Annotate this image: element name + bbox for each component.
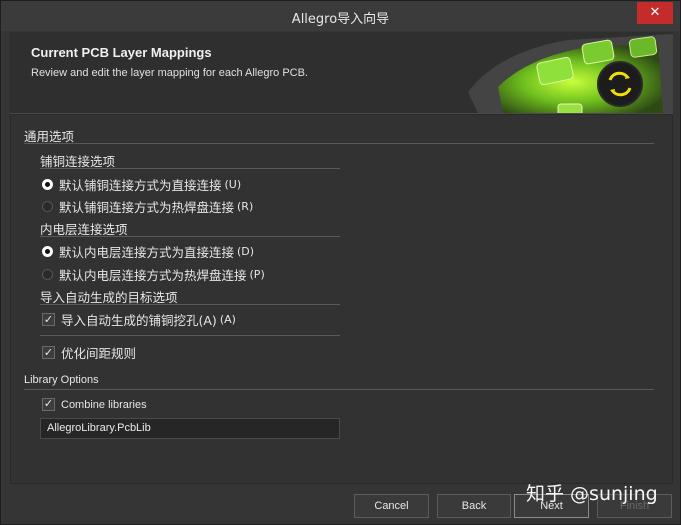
autogen-divider — [40, 335, 340, 336]
shortcut-hint: (R) — [237, 200, 254, 213]
checkbox-import-cutouts[interactable]: ✓ 导入自动生成的铺铜挖孔(A) (A) — [42, 310, 236, 329]
page-title: Current PCB Layer Mappings — [31, 45, 212, 60]
watermark-text: 知乎 @sunjing — [526, 483, 658, 505]
autogen-options-rule — [40, 304, 340, 305]
radio-copper-direct[interactable]: 默认铺铜连接方式为直接连接 (U) — [42, 175, 241, 194]
checkbox-label: Combine libraries — [61, 398, 147, 411]
shortcut-hint: (U) — [224, 178, 242, 191]
radio-label: 默认内电层连接方式为直接连接 — [59, 245, 235, 260]
checkbox-checked[interactable]: ✓ — [42, 398, 55, 411]
radio-copper-thermal[interactable]: 默认铺铜连接方式为热焊盘连接 (R) — [42, 197, 253, 216]
radio-inner-thermal[interactable]: 默认内电层连接方式为热焊盘连接 (P) — [42, 265, 265, 284]
wizard-content: 通用选项 铺铜连接选项 默认铺铜连接方式为直接连接 (U) 默认铺铜连接方式为热… — [10, 114, 673, 484]
radio-button[interactable] — [42, 201, 53, 212]
import-wizard-window: Allegro导入向导 ✕ Current PCB Layer Mappings… — [0, 0, 681, 525]
checkbox-optimize-rules[interactable]: ✓ 优化间距规则 — [42, 343, 136, 362]
window-title: Allegro导入向导 — [291, 12, 390, 27]
page-subtitle: Review and edit the layer mapping for ea… — [31, 67, 308, 79]
copper-options-rule — [40, 168, 340, 169]
radio-button-selected[interactable] — [42, 179, 53, 190]
back-button[interactable]: Back — [437, 494, 511, 518]
shortcut-hint: (A) — [219, 313, 236, 326]
shortcut-hint: (D) — [237, 245, 255, 258]
general-options-rule — [24, 143, 654, 144]
checkbox-combine-libraries[interactable]: ✓ Combine libraries — [42, 398, 147, 411]
close-button[interactable]: ✕ — [637, 2, 673, 24]
wizard-banner-graphic — [458, 32, 673, 113]
radio-label: 默认铺铜连接方式为直接连接 — [59, 178, 222, 193]
cancel-button[interactable]: Cancel — [354, 494, 429, 518]
checkbox-label: 导入自动生成的铺铜挖孔(A) — [61, 313, 217, 328]
library-name-input[interactable]: AllegroLibrary.PcbLib — [40, 418, 340, 439]
inner-layer-options-rule — [40, 236, 340, 237]
title-bar: Allegro导入向导 ✕ — [1, 1, 680, 31]
radio-button[interactable] — [42, 269, 53, 280]
wizard-header: Current PCB Layer Mappings Review and ed… — [10, 32, 673, 114]
library-options-rule — [24, 389, 654, 390]
shortcut-hint: (P) — [249, 268, 265, 281]
radio-label: 默认内电层连接方式为热焊盘连接 — [59, 268, 247, 283]
checkbox-label: 优化间距规则 — [61, 346, 137, 361]
radio-label: 默认铺铜连接方式为热焊盘连接 — [59, 200, 235, 215]
checkbox-checked[interactable]: ✓ — [42, 313, 55, 326]
library-options-label: Library Options — [24, 374, 99, 386]
radio-inner-direct[interactable]: 默认内电层连接方式为直接连接 (D) — [42, 242, 254, 261]
checkbox-checked[interactable]: ✓ — [42, 346, 55, 359]
radio-button-selected[interactable] — [42, 246, 53, 257]
